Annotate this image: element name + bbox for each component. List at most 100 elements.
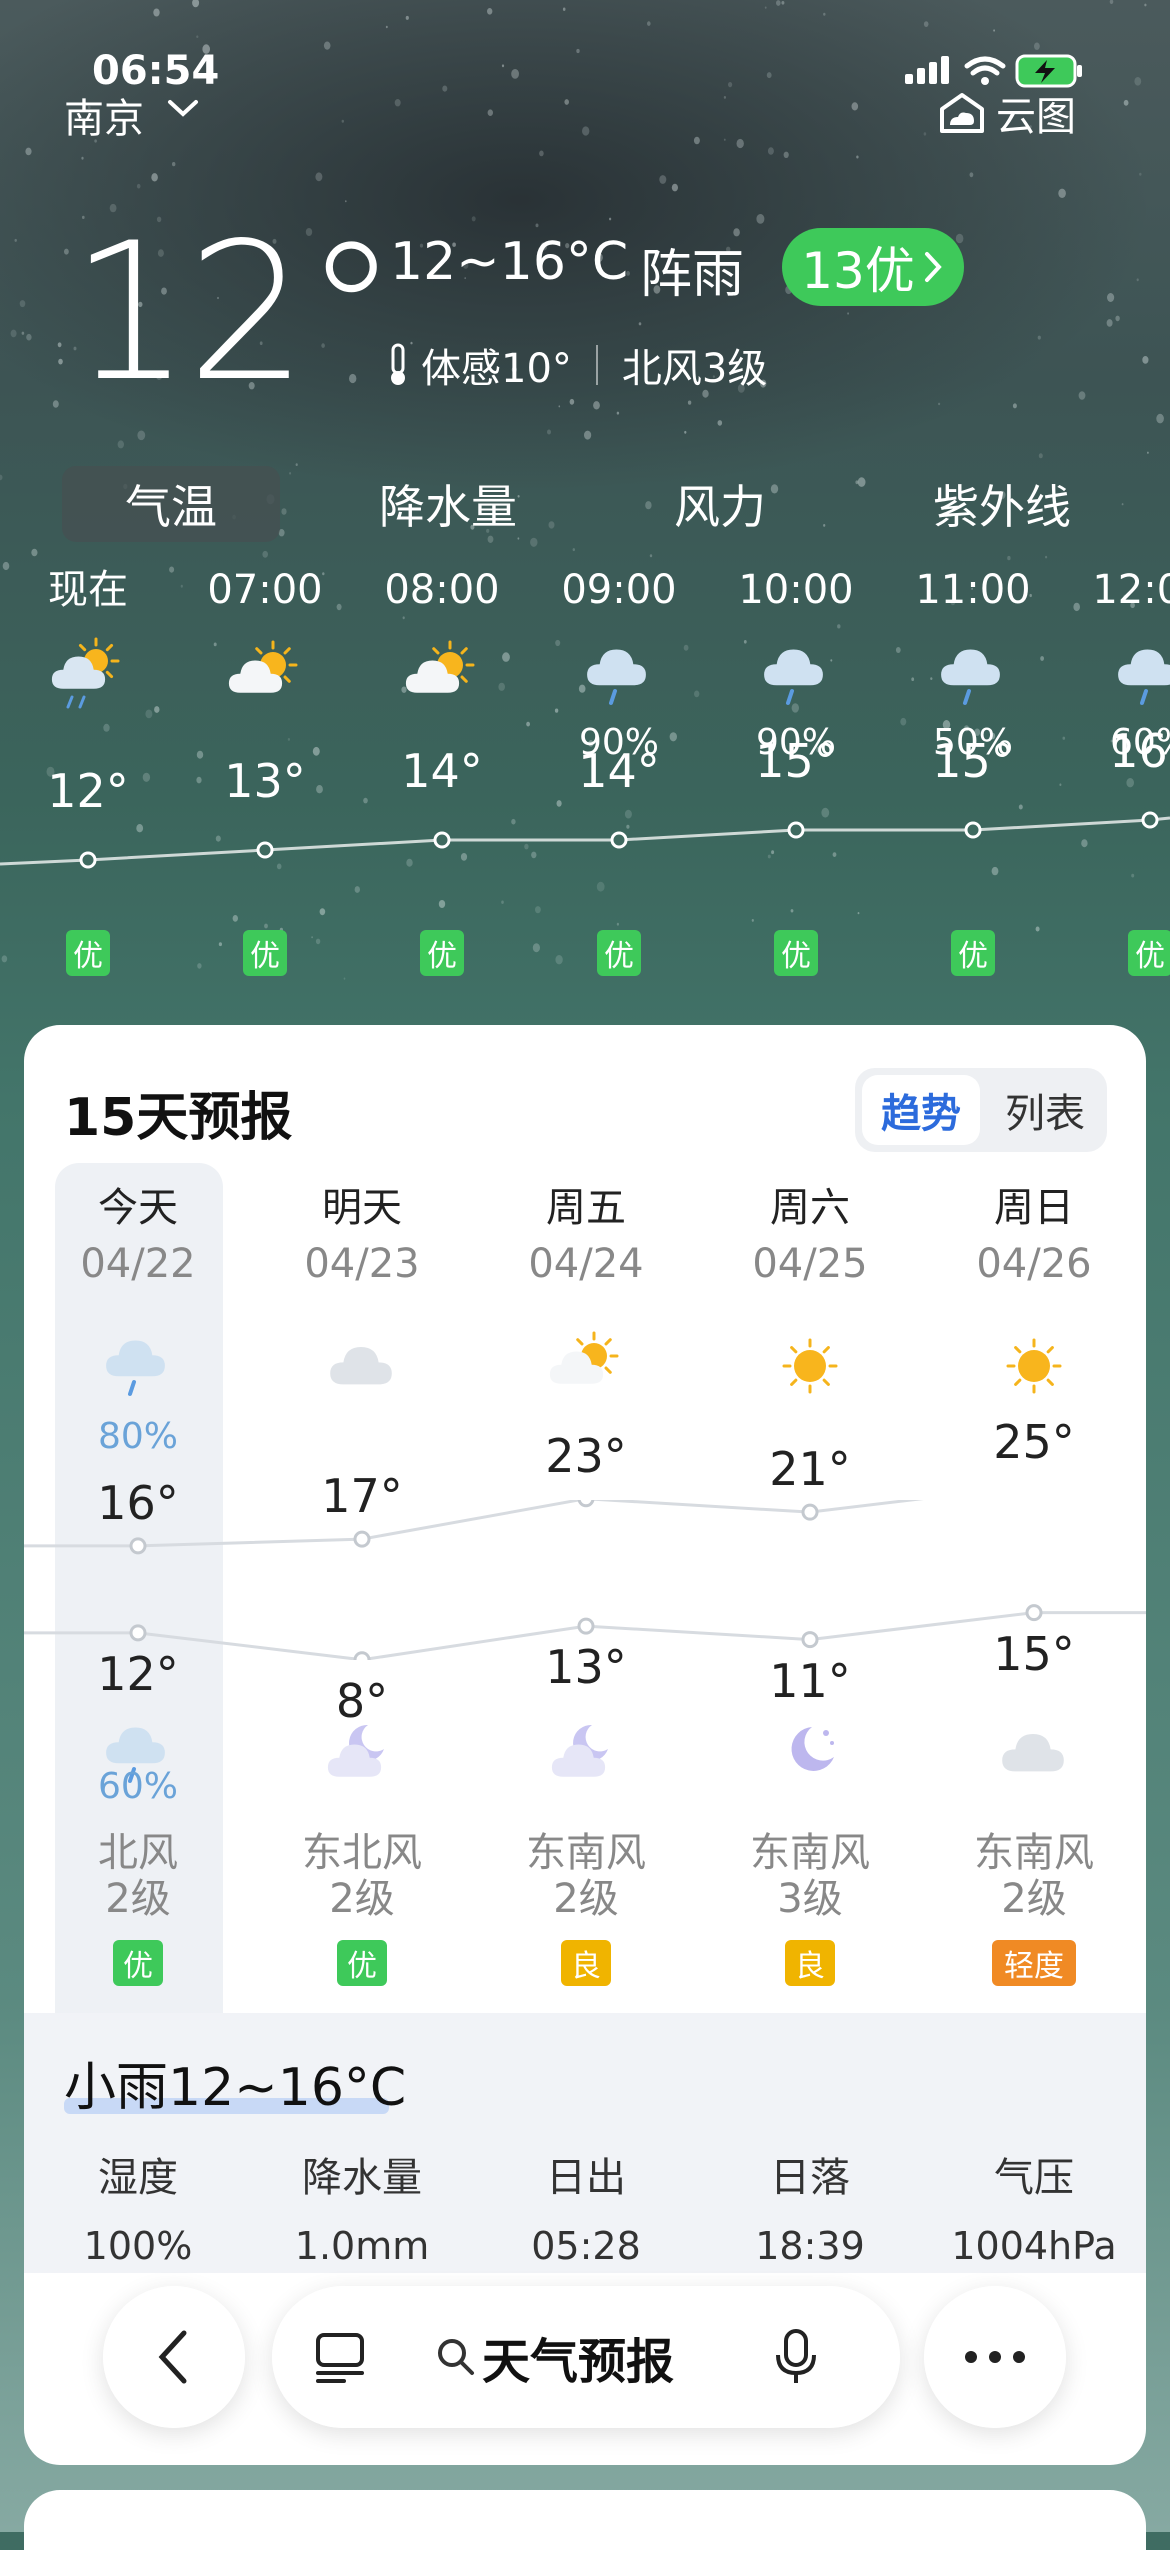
hour-aqi-badge: 优 (1128, 930, 1170, 976)
hourly-temperature-line (0, 811, 1170, 869)
thermometer-icon (391, 343, 405, 385)
low-point (801, 1631, 819, 1649)
hour-item: 08:00 (354, 560, 530, 766)
tab-uv[interactable]: 紫外线 (912, 466, 1092, 542)
day-date: 04/22 (80, 1241, 196, 1287)
aqi-label: 13优 (801, 242, 915, 300)
hour-item: 07:00 (177, 560, 353, 766)
feels-like-row: 体感10° 北风3级 (385, 336, 767, 394)
more-icon (965, 2351, 1025, 2363)
night-precip: 60% (97, 1766, 178, 1807)
moon-cloud-icon (327, 1724, 384, 1777)
day-name: 明天 (322, 1185, 402, 1231)
day-date: 04/24 (528, 1241, 644, 1287)
wind-level: 2级 (553, 1876, 619, 1922)
toggle-trend[interactable]: 趋势 (862, 1075, 980, 1145)
sun-icon (1006, 1338, 1062, 1394)
search-bar[interactable]: 天气预报 (272, 2286, 900, 2428)
wind-info: 北风3级 (621, 346, 768, 392)
low-point (1025, 1604, 1043, 1622)
wind-level: 2级 (329, 1876, 395, 1922)
stat-label: 日出 (546, 2155, 626, 2201)
chevron-left-icon (158, 2330, 187, 2384)
stat-label: 湿度 (98, 2155, 178, 2201)
day-low-temp: 11° (769, 1653, 851, 1708)
stat-value: 18:39 (755, 2224, 865, 2268)
high-point (801, 1503, 819, 1521)
wifi-icon (964, 56, 1006, 76)
temperature-range: 12~16°C (390, 232, 629, 292)
hour-temp: 16° (1109, 724, 1170, 778)
hour-aqi-badge: 优 (243, 930, 287, 976)
hour-time: 07:00 (207, 567, 323, 613)
cloud-icon (1002, 1734, 1064, 1772)
search-text[interactable]: 天气预报 (482, 2322, 674, 2392)
forecast-title: 15天预报 (64, 1088, 293, 1148)
microphone-icon (776, 2329, 817, 2383)
day-precip (252, 1416, 472, 1460)
city-selector[interactable]: 南京 (64, 86, 144, 144)
day-name: 周六 (770, 1185, 850, 1231)
feels-like: 体感10° (421, 346, 572, 392)
aqi-badge[interactable]: 13优 (782, 228, 964, 306)
hour-time: 10:00 (738, 567, 854, 613)
hour-item: 现在 (0, 560, 176, 766)
tab-wind[interactable]: 风力 (660, 466, 780, 542)
tabs-icon (316, 2333, 364, 2383)
search-icon (438, 2339, 474, 2375)
hour-aqi-badge: 优 (597, 930, 641, 976)
stat-label: 气压 (994, 2155, 1074, 2201)
day-high-temp: 23° (545, 1428, 627, 1483)
day-date: 04/26 (976, 1241, 1092, 1287)
hour-item: 09:00 90% (531, 560, 707, 766)
day-aqi-badge: 良 (561, 1940, 611, 1986)
day-item[interactable]: 周五 04/24 (476, 1180, 696, 1460)
day-name: 周五 (546, 1185, 626, 1231)
stat-value: 1004hPa (951, 2224, 1117, 2268)
hour-aqi-badge: 优 (951, 930, 995, 976)
stat-value: 1.0mm (294, 2224, 430, 2268)
high-point (353, 1530, 371, 1548)
wind-level: 2级 (105, 1876, 171, 1922)
chevron-right-icon (924, 252, 942, 282)
showers-sun-icon (51, 637, 120, 709)
details-title: 小雨12~16°C (64, 2058, 407, 2118)
stat-label: 降水量 (302, 2155, 422, 2201)
chevron-down-icon[interactable] (166, 96, 200, 124)
stat-item: 湿度 100% (28, 2148, 248, 2276)
day-item[interactable]: 明天 04/23 (252, 1180, 472, 1460)
cloud-map-button[interactable]: 云图 (936, 84, 1076, 142)
day-item[interactable]: 今天 04/22 80% (28, 1180, 248, 1460)
signal-icon (905, 56, 949, 84)
cloud-map-icon (940, 93, 984, 133)
rain-icon (106, 1340, 165, 1396)
hour-aqi-badge: 优 (66, 930, 110, 976)
daily-temperature-lines (24, 1500, 1146, 1660)
hour-time: 09:00 (561, 567, 677, 613)
low-point (353, 1651, 371, 1660)
stat-item: 日出 05:28 (476, 2148, 696, 2276)
divider (595, 345, 598, 385)
tab-temperature[interactable]: 气温 (62, 466, 280, 542)
stat-label: 日落 (770, 2155, 850, 2201)
stat-value: 05:28 (531, 2224, 641, 2268)
tab-precipitation[interactable]: 降水量 (360, 466, 536, 542)
stat-item: 日落 18:39 (700, 2148, 920, 2276)
hour-point (610, 831, 628, 849)
sun-icon (782, 1338, 838, 1394)
hour-time: 现在 (48, 567, 128, 613)
day-high-temp: 25° (993, 1415, 1075, 1470)
cloud-icon (330, 1347, 392, 1385)
toggle-list[interactable]: 列表 (990, 1075, 1100, 1145)
day-item[interactable]: 周六 04/25 (700, 1180, 920, 1460)
high-point (577, 1500, 595, 1508)
battery-icon (1015, 54, 1082, 88)
hour-point (433, 831, 451, 849)
day-name: 周日 (994, 1185, 1074, 1231)
hour-precip (0, 720, 176, 766)
hour-point (256, 841, 274, 859)
day-precip: 80% (97, 1416, 178, 1457)
back-button[interactable] (103, 2286, 245, 2428)
more-button[interactable] (924, 2286, 1066, 2428)
hour-point (964, 821, 982, 839)
